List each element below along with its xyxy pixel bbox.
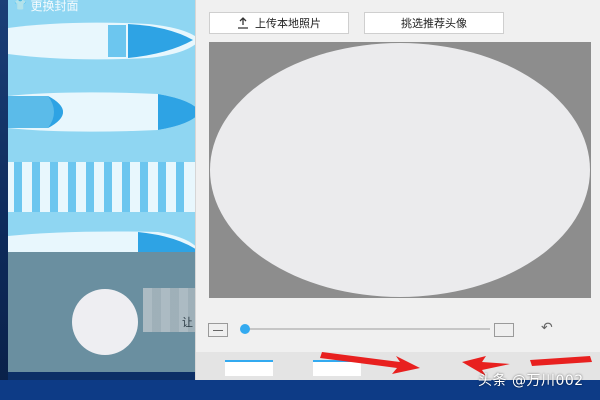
recommend-label: 挑选推荐头像: [401, 17, 467, 30]
crop-preview[interactable]: [209, 42, 591, 298]
cover-title-label: 更换封面: [30, 0, 79, 13]
zoom-controls: ↶: [196, 318, 600, 340]
cover-image: 👕 更换封面: [8, 0, 200, 252]
avatar[interactable]: [72, 289, 138, 355]
cover-title[interactable]: 👕 更换封面: [14, 0, 78, 14]
desktop-background: [0, 0, 8, 400]
zoom-in-icon[interactable]: [494, 323, 514, 337]
blurred-text: 让: [182, 316, 193, 329]
profile-area: 让: [8, 252, 200, 372]
cover-editor-window: 👕 更换封面 让: [8, 0, 200, 372]
zoom-slider-thumb[interactable]: [240, 324, 250, 334]
upload-label: 上传本地照片: [255, 17, 321, 30]
avatar-upload-dialog: 上传本地照片 挑选推荐头像 ↶: [195, 0, 600, 380]
zoom-out-icon[interactable]: [208, 323, 228, 337]
upload-local-photo-button[interactable]: 上传本地照片: [209, 12, 349, 34]
zoom-slider[interactable]: [242, 328, 490, 330]
choose-recommended-avatar-button[interactable]: 挑选推荐头像: [364, 12, 504, 34]
rotate-icon[interactable]: ↶: [541, 320, 553, 336]
shirt-icon: 👕: [14, 0, 27, 11]
cancel-button[interactable]: [313, 360, 361, 376]
crop-circle[interactable]: [210, 43, 590, 297]
confirm-button[interactable]: [225, 360, 273, 376]
surfboard-pattern: [8, 22, 200, 252]
watermark: 头条 @万川002: [478, 373, 584, 389]
upload-icon: [238, 17, 248, 29]
